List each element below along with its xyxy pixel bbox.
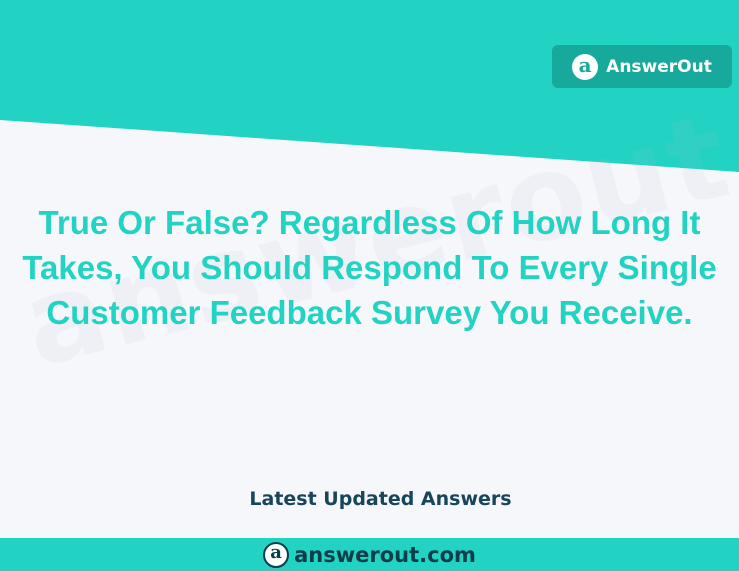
answerout-logo-icon: a [572, 53, 599, 80]
brand-badge[interactable]: a AnswerOut [552, 45, 732, 88]
logo-glyph: a [578, 53, 592, 77]
footer-site-url[interactable]: answerout.com [294, 543, 476, 567]
answerout-logo-icon: a [263, 541, 290, 568]
latest-answers-heading: Latest Updated Answers [249, 488, 512, 510]
footer-bar[interactable]: a answerout.com [0, 538, 739, 571]
question-text: True Or False? Regardless Of How Long It… [22, 204, 717, 331]
footer-logo-glyph: a [270, 542, 282, 563]
brand-name: AnswerOut [606, 56, 712, 77]
